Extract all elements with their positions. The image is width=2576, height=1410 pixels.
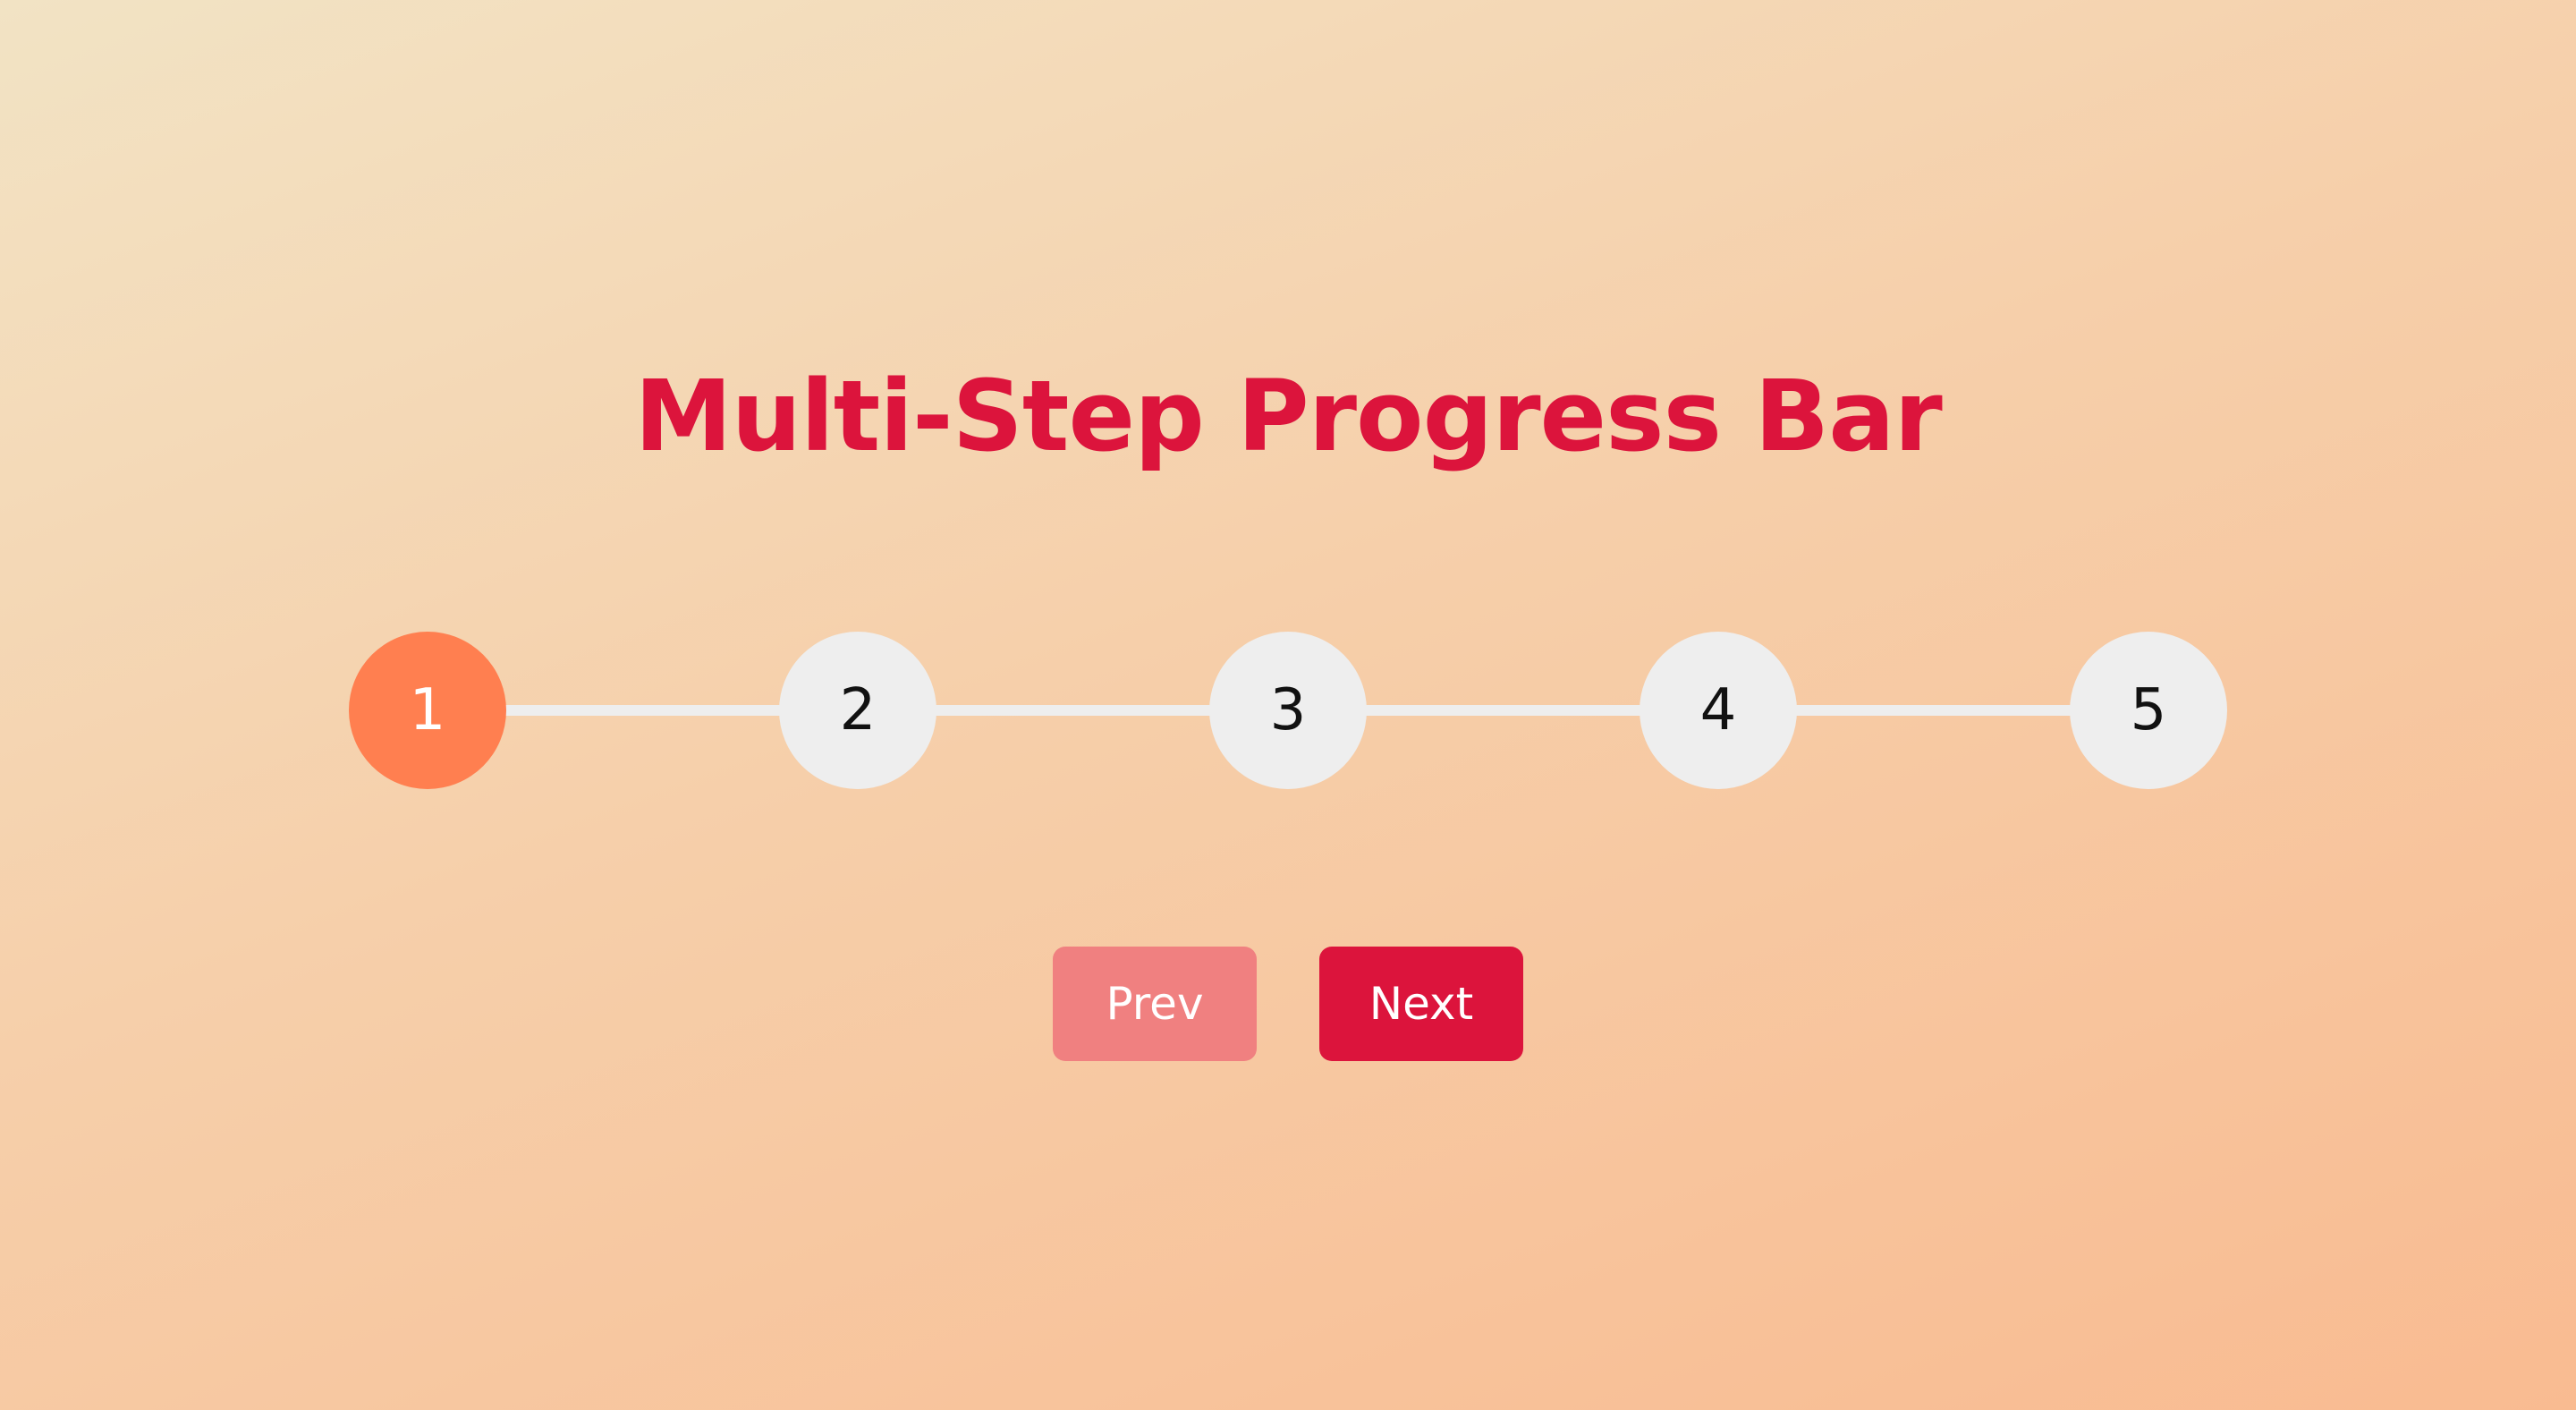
progress-stepper: 1 2 3 4 5	[349, 632, 2227, 789]
prev-button[interactable]: Prev	[1053, 947, 1257, 1061]
step-2-circle[interactable]: 2	[779, 632, 936, 789]
page: Multi-Step Progress Bar 1 2 3 4 5 Prev N…	[0, 0, 2576, 1410]
page-title: Multi-Step Progress Bar	[634, 359, 1942, 473]
navigation-buttons: Prev Next	[0, 947, 2576, 1061]
step-5-circle[interactable]: 5	[2070, 632, 2227, 789]
step-3-circle[interactable]: 3	[1209, 632, 1367, 789]
next-button[interactable]: Next	[1319, 947, 1523, 1061]
step-1-circle[interactable]: 1	[349, 632, 506, 789]
step-4-circle[interactable]: 4	[1640, 632, 1797, 789]
